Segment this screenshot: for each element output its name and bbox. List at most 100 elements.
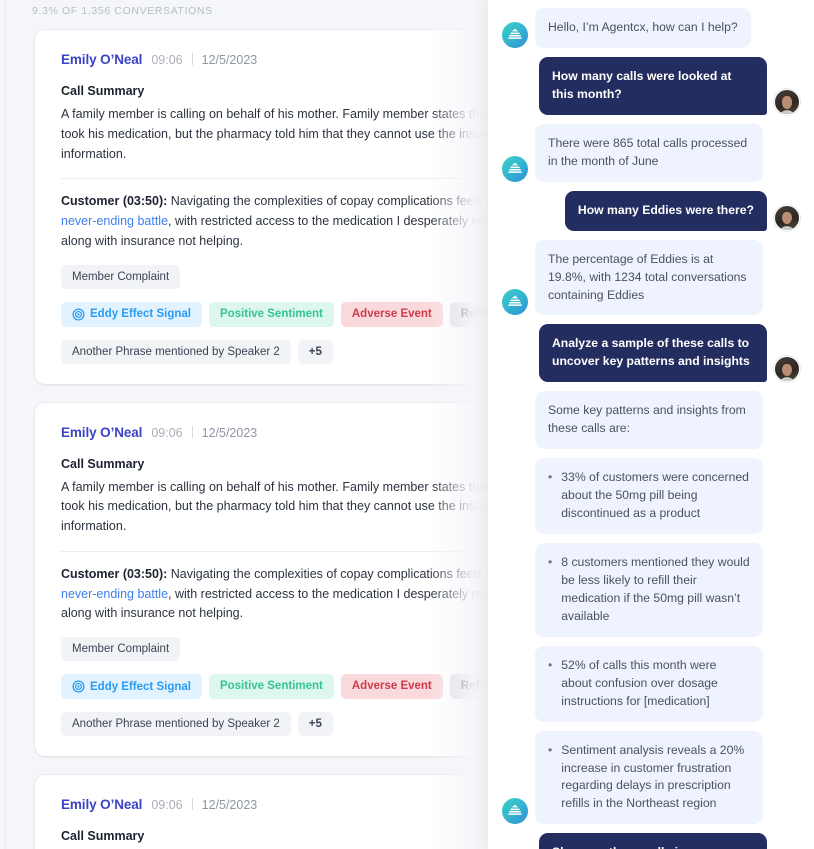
transcript-quote: Customer (03:50): Navigating the complex…: [61, 192, 500, 251]
tag-label: Adverse Event: [351, 680, 432, 692]
conversation-card[interactable]: Emily O’Neal 09:06 12/5/2023 Call Summary A …: [35, 402, 500, 756]
tag-label: Positive Sentiment: [219, 307, 323, 320]
chat-bubble-bullet: • 33% of customers were concerned about t…: [535, 458, 763, 534]
bullet-icon: •: [548, 470, 553, 485]
chat-bubble: How many Eddies were there?: [564, 190, 767, 231]
agent-chat-panel: Hello, I’m Agentcx, how can I help? How m…: [488, 0, 814, 849]
primary-tag-row: Member Complaint: [61, 637, 500, 661]
chat-bubble: Some key patterns and insights from thes…: [535, 391, 763, 450]
chat-message-bot: • 8 customers mentioned they would be les…: [502, 543, 800, 637]
tag-member-complaint[interactable]: Member Complaint: [61, 264, 181, 289]
chat-bubble-text: There were 865 total calls processed in …: [548, 135, 748, 168]
call-summary-title: Call Summary: [61, 456, 145, 471]
tag-plain[interactable]: Another Phrase mentioned by Speaker 2: [61, 712, 291, 736]
tag-label: Eddy Effect Signal: [90, 308, 191, 320]
tag-more[interactable]: +5: [297, 339, 333, 364]
card-header: Emily O’Neal 09:06 12/5/2023: [61, 425, 500, 440]
chat-message-bot: • 52% of calls this month were about conf…: [502, 645, 800, 722]
chat-bubble-text: 33% of customers were concerned about th…: [561, 470, 749, 521]
card-divider: [61, 178, 500, 180]
tag-adverse[interactable]: Adverse Event: [340, 674, 443, 699]
agentcx-logo-avatar: [502, 155, 528, 182]
chat-message-list[interactable]: Hello, I’m Agentcx, how can I help? How m…: [488, 0, 814, 849]
bullet-icon: •: [548, 742, 553, 757]
agent-name[interactable]: Emily O’Neal: [61, 425, 142, 440]
chat-bubble-text: Hello, I’m Agentcx, how can I help?: [548, 20, 738, 34]
call-date: 12/5/2023: [201, 53, 258, 67]
chat-bubble: How many calls were looked at this month…: [539, 56, 767, 115]
chat-message-bot: Some key patterns and insights from thes…: [502, 391, 800, 450]
tag-row-secondary: Another Phrase mentioned by Speaker 2 +5: [61, 712, 500, 736]
tag-adverse[interactable]: Adverse Event: [340, 301, 443, 327]
chat-bubble: There were 865 total calls processed in …: [535, 123, 763, 182]
agentcx-logo-avatar: [502, 289, 528, 316]
chat-bubble: Hello, I’m Agentcx, how can I help?: [535, 8, 751, 48]
chat-bubble-text: Show me these calls in Conversation Expl…: [552, 845, 685, 849]
tag-eddy[interactable]: Eddy Effect Signal: [61, 301, 202, 327]
call-time: 09:06: [151, 53, 183, 67]
speaker-label: Customer (03:50):: [61, 194, 168, 209]
speaker-label: Customer (03:50):: [61, 566, 168, 581]
tag-label: Positive Sentiment: [219, 680, 323, 692]
chat-message-user: Show me these calls in Conversation Expl…: [502, 833, 800, 849]
chat-bubble-bullet: • 52% of calls this month were about conf…: [535, 645, 763, 722]
conversation-card[interactable]: Emily O’Neal09:0612/5/2023Call SummaryA …: [35, 775, 500, 849]
tag-plain[interactable]: Another Phrase mentioned by Speaker 2: [61, 339, 291, 364]
results-count-label: 9.3% OF 1,356 CONVERSATIONS: [32, 5, 213, 17]
user-photo-avatar: [774, 204, 800, 231]
tag-sentiment[interactable]: Positive Sentiment: [208, 674, 334, 699]
chat-bubble-text: How many calls were looked at this month…: [552, 68, 732, 101]
chat-bubble-text: The percentage of Eddies is at 19.8%, wi…: [548, 251, 747, 302]
tag-sentiment[interactable]: Positive Sentiment: [208, 301, 334, 327]
tag-row: Eddy Effect Signal Positive Sentiment Adve…: [61, 301, 500, 327]
bullet-icon: •: [548, 657, 553, 672]
conversation-card-list: Emily O’Neal 09:06 12/5/2023 Call Summary A …: [0, 30, 500, 849]
agent-name[interactable]: Emily O’Neal: [61, 52, 142, 67]
call-summary-text: A family member is calling on behalf of …: [61, 479, 500, 534]
call-summary-title: Call Summary: [61, 84, 145, 98]
tag-eddy[interactable]: Eddy Effect Signal: [61, 674, 202, 699]
chat-bubble: Show me these calls in Conversation Expl…: [539, 833, 767, 849]
header-separator: [191, 798, 193, 810]
card-header: Emily O’Neal 09:06 12/5/2023: [61, 797, 500, 812]
eddy-effect-icon: [72, 307, 85, 321]
chat-bubble: Analyze a sample of these calls to uncov…: [539, 324, 767, 383]
chat-bubble: The percentage of Eddies is at 19.8%, wi…: [535, 239, 763, 316]
user-photo-avatar: [774, 88, 800, 115]
quote-text-before: Navigating the complexities of copay com…: [167, 566, 500, 581]
chat-bubble-text: How many Eddies were there?: [577, 202, 754, 217]
eddy-effect-icon: [72, 680, 85, 693]
avatar-spacer: [502, 696, 528, 722]
chat-message-user: How many calls were looked at this month…: [502, 56, 800, 115]
avatar-spacer: [502, 508, 528, 534]
chat-bubble-text: Sentiment analysis reveals a 20% increas…: [561, 742, 745, 811]
tag-member-complaint[interactable]: Member Complaint: [61, 637, 181, 661]
call-summary-title: Call Summary: [61, 829, 145, 843]
chat-message-bot: • 33% of customers were concerned about t…: [502, 458, 800, 534]
call-time: 09:06: [151, 798, 183, 812]
header-separator: [191, 53, 193, 65]
chat-message-bot: The percentage of Eddies is at 19.8%, wi…: [502, 239, 800, 316]
chat-message-bot: • Sentiment analysis reveals a 20% increa…: [502, 730, 800, 825]
chat-bubble-text: Analyze a sample of these calls to uncov…: [552, 336, 750, 369]
header-separator: [191, 425, 193, 438]
card-header: Emily O’Neal 09:06 12/5/2023: [61, 52, 500, 67]
chat-bubble-bullet: • Sentiment analysis reveals a 20% increa…: [535, 730, 763, 825]
chat-bubble-text: 8 customers mentioned they would be less…: [561, 555, 750, 623]
conversation-card[interactable]: Emily O’Neal09:0612/5/2023Call SummaryA …: [35, 30, 500, 384]
tag-label: Eddy Effect Signal: [90, 680, 191, 693]
tag-more[interactable]: +5: [297, 712, 333, 736]
chat-message-user: How many Eddies were there?: [502, 190, 800, 231]
chat-message-bot: Hello, I’m Agentcx, how can I help?: [502, 8, 800, 48]
tag-label: Adverse Event: [351, 307, 432, 320]
call-date: 12/5/2023: [201, 425, 258, 440]
tag-row-secondary: Another Phrase mentioned by Speaker 2 +5: [61, 339, 500, 364]
bullet-icon: •: [548, 555, 553, 569]
conversation-list-pane: 9.3% OF 1,356 CONVERSATIONS Emily O’Neal…: [0, 0, 500, 849]
transcript-quote: Customer (03:50): Navigating the complex…: [61, 565, 500, 624]
agent-name[interactable]: Emily O’Neal: [61, 797, 142, 812]
call-date: 12/5/2023: [201, 798, 258, 812]
quote-text-before: Navigating the complexities of copay com…: [167, 194, 500, 209]
chat-bubble-bullet: • 8 customers mentioned they would be les…: [535, 543, 763, 637]
call-time: 09:06: [151, 425, 183, 440]
